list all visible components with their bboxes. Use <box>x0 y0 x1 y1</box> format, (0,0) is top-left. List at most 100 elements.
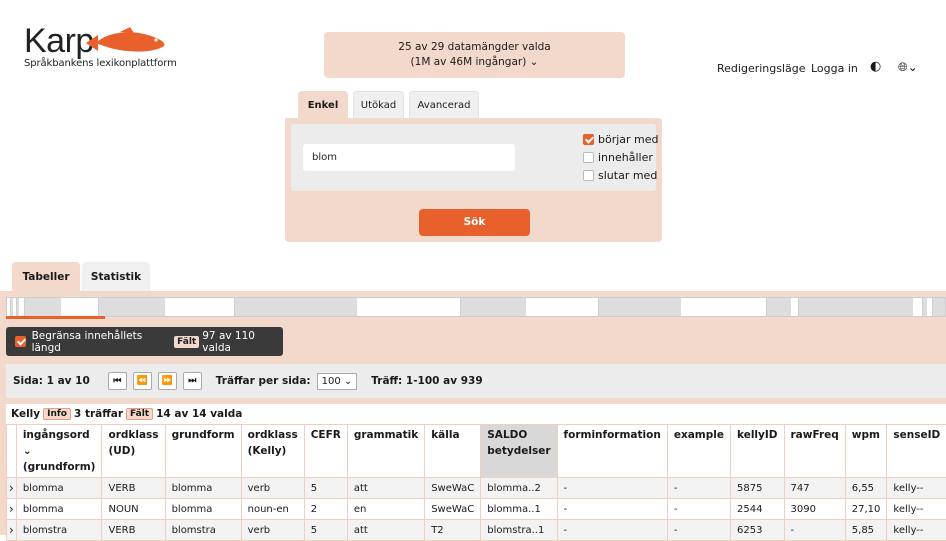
resource-header: Kelly Info 3 träffar Fält 14 av 14 valda <box>6 404 946 424</box>
option-label: innehåller <box>598 151 653 164</box>
column-header[interactable]: ordklass(Kelly) <box>241 425 304 478</box>
info-badge[interactable]: Info <box>43 408 71 420</box>
checkbox-icon[interactable] <box>583 170 594 181</box>
table-cell: kelly-- <box>887 478 946 499</box>
column-header[interactable]: grammatik <box>347 425 424 478</box>
prev-page-icon[interactable]: ⏪ <box>133 372 152 390</box>
header-label: CEFR <box>311 427 341 443</box>
table-cell: 6253 <box>731 520 785 541</box>
login-link[interactable]: Logga in <box>811 62 858 75</box>
next-page-icon[interactable]: ⏩ <box>158 372 177 390</box>
column-header[interactable]: wpm <box>845 425 887 478</box>
last-page-icon[interactable]: ⏭ <box>183 372 202 390</box>
language-globe-icon[interactable]: 🌐︎⌄ <box>898 60 918 75</box>
header-sublabel: (grundform) <box>23 459 96 475</box>
table-cell: blomstra <box>16 520 102 541</box>
search-button[interactable]: Sök <box>419 209 530 236</box>
theme-toggle-icon[interactable]: ◐ <box>870 59 881 74</box>
tab-avancerad[interactable]: Avancerad <box>409 91 479 119</box>
table-cell: - <box>557 499 667 520</box>
table-cell: en <box>347 499 424 520</box>
checkbox-icon[interactable] <box>583 152 594 163</box>
column-header[interactable]: grundform <box>165 425 241 478</box>
table-cell: 5 <box>304 520 347 541</box>
table-cell: - <box>557 478 667 499</box>
fish-logo-icon <box>84 27 168 55</box>
option-contains[interactable]: innehåller <box>583 151 653 164</box>
tab-tabeller[interactable]: Tabeller <box>12 262 80 292</box>
table-row[interactable]: › blomma VERB blomma verb 5 att SweWaC b… <box>7 478 946 499</box>
table-cell: blomma..1 <box>481 499 557 520</box>
expand-chevron-icon[interactable]: › <box>7 499 17 520</box>
first-page-icon[interactable]: ⏮ <box>108 372 127 390</box>
table-cell: 2544 <box>731 499 785 520</box>
table-cell: noun-en <box>241 499 304 520</box>
table-cell: blomma <box>16 478 102 499</box>
column-header[interactable]: forminformation <box>557 425 667 478</box>
app-logo[interactable]: Karp Språkbankens lexikonplattform <box>24 24 177 69</box>
page-indicator: Sida: 1 av 10 <box>13 375 90 387</box>
tab-statistik[interactable]: Statistik <box>82 262 150 292</box>
table-cell: T2 <box>425 520 481 541</box>
option-starts-with[interactable]: börjar med <box>583 133 659 146</box>
column-header[interactable]: ingångsord ⌄(grundform) <box>16 425 102 478</box>
column-header[interactable]: ordklass(UD) <box>102 425 165 478</box>
tab-utokad[interactable]: Utökad <box>353 91 404 119</box>
table-cell: 5875 <box>731 478 785 499</box>
table-cell: SweWaC <box>425 478 481 499</box>
table-cell: blomstra <box>165 520 241 541</box>
limit-content-toggle[interactable]: Begränsa innehållets längd Fält 97 av 11… <box>6 327 283 356</box>
header-label: grundform <box>172 427 235 443</box>
header-label: ordklass <box>248 427 298 443</box>
logo-subtitle: Språkbankens lexikonplattform <box>24 58 177 69</box>
checkbox-checked-icon[interactable] <box>583 134 594 145</box>
column-header[interactable]: senseID <box>887 425 946 478</box>
header-label: källa <box>431 427 474 443</box>
table-cell: 27,10 <box>845 499 887 520</box>
resource-hits: 3 träffar <box>74 408 123 420</box>
per-page-select[interactable]: 100 ⌄ <box>317 373 358 390</box>
resource-fields: 14 av 14 valda <box>156 408 242 420</box>
per-page-label: Träffar per sida: <box>216 375 311 387</box>
column-header[interactable]: källa <box>425 425 481 478</box>
expand-chevron-icon[interactable]: › <box>7 478 17 499</box>
table-cell: - <box>667 478 730 499</box>
column-header[interactable]: kellyID <box>731 425 785 478</box>
table-row[interactable]: › blomstra VERB blomstra verb 5 att T2 b… <box>7 520 946 541</box>
table-cell: kelly-- <box>887 520 946 541</box>
tab-enkel[interactable]: Enkel <box>298 91 348 119</box>
header-label: rawFreq <box>791 427 839 443</box>
table-row[interactable]: › blomma NOUN blomma noun-en 2 en SweWaC… <box>7 499 946 520</box>
table-cell: 747 <box>784 478 845 499</box>
table-cell: verb <box>241 478 304 499</box>
fields-badge[interactable]: Fält <box>174 336 199 348</box>
search-input[interactable] <box>303 144 515 171</box>
column-header[interactable]: rawFreq <box>784 425 845 478</box>
option-label: slutar med <box>598 169 657 182</box>
resource-name: Kelly <box>11 408 40 420</box>
option-ends-with[interactable]: slutar med <box>583 169 657 182</box>
table-cell: - <box>784 520 845 541</box>
fields-badge[interactable]: Fält <box>126 408 153 420</box>
results-table: ingångsord ⌄(grundform) ordklass(UD) gru… <box>6 424 946 541</box>
table-cell: blomma..2 <box>481 478 557 499</box>
table-cell: blomma <box>16 499 102 520</box>
table-cell: blomma <box>165 499 241 520</box>
dataset-selector[interactable]: 25 av 29 datamängder valda (1M av 46M in… <box>324 32 625 78</box>
table-cell: - <box>667 499 730 520</box>
table-cell: VERB <box>102 520 165 541</box>
expand-chevron-icon[interactable]: › <box>7 520 17 541</box>
header-label: SALDO <box>487 427 550 443</box>
horizontal-scrollbar[interactable] <box>6 297 946 317</box>
scrollbar-thumb[interactable] <box>6 316 105 319</box>
edit-mode-link[interactable]: Redigeringsläge <box>717 62 806 75</box>
header-label: example <box>674 427 724 443</box>
column-header[interactable]: CEFR <box>304 425 347 478</box>
table-cell: 5 <box>304 478 347 499</box>
table-cell: VERB <box>102 478 165 499</box>
checkbox-checked-icon[interactable] <box>15 336 26 347</box>
table-cell: - <box>667 520 730 541</box>
table-cell: SweWaC <box>425 499 481 520</box>
column-header[interactable]: SALDObetydelser <box>481 425 557 478</box>
column-header[interactable]: example <box>667 425 730 478</box>
